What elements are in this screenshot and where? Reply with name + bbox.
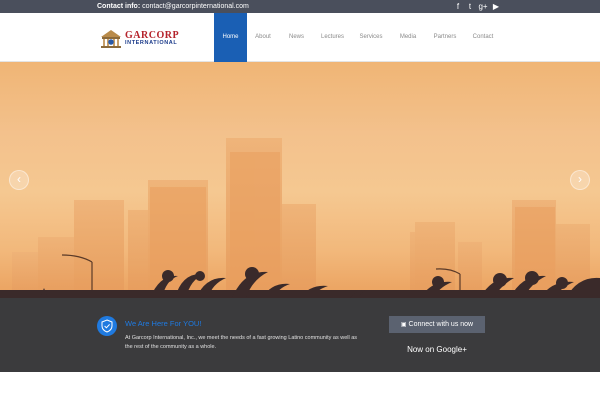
top-bar: Contact info: contact@garcorpinternation… [0, 0, 600, 13]
logo-subtitle: INTERNATIONAL [125, 40, 178, 46]
contact-label: Contact info: [97, 3, 141, 10]
nav-home[interactable]: Home [214, 13, 247, 62]
connect-button-label: Connect with us now [408, 321, 474, 328]
facebook-icon[interactable]: f [453, 1, 463, 12]
building-icon: ▣ [400, 322, 407, 328]
nav-about[interactable]: About [247, 13, 279, 62]
twitter-icon[interactable]: t [465, 1, 475, 12]
strip-title: We Are Here For YOU! [125, 319, 202, 328]
youtube-icon[interactable]: ▶ [491, 1, 501, 12]
hero-slider: ‹ › [0, 62, 600, 298]
prev-slide-button[interactable]: ‹ [9, 170, 29, 190]
google-plus-text: Now on Google+ [407, 345, 467, 354]
page-bottom [0, 372, 600, 400]
shield-icon [97, 316, 117, 336]
nav-services[interactable]: Services [351, 13, 391, 62]
contact-email[interactable]: contact@garcorpinternational.com [142, 3, 249, 10]
logo-building-icon [101, 30, 121, 48]
contact-info: Contact info: contact@garcorpinternation… [97, 1, 249, 12]
google-plus-icon[interactable]: g+ [477, 1, 489, 12]
city-skyline-image [0, 138, 600, 298]
nav-lectures[interactable]: Lectures [314, 13, 351, 62]
strip-text: At Garcorp International, Inc., we meet … [125, 335, 358, 350]
nav-news[interactable]: News [279, 13, 314, 62]
nav-partners[interactable]: Partners [425, 13, 465, 62]
logo[interactable]: GARCORP INTERNATIONAL [100, 28, 180, 50]
info-strip: We Are Here For YOU! At Garcorp Internat… [0, 298, 600, 372]
nav-media[interactable]: Media [391, 13, 425, 62]
nav-contact[interactable]: Contact [465, 13, 501, 62]
next-slide-button[interactable]: › [570, 170, 590, 190]
connect-button[interactable]: ▣ Connect with us now [389, 316, 485, 333]
site-header: GARCORP INTERNATIONAL Home About News Le… [0, 13, 600, 62]
